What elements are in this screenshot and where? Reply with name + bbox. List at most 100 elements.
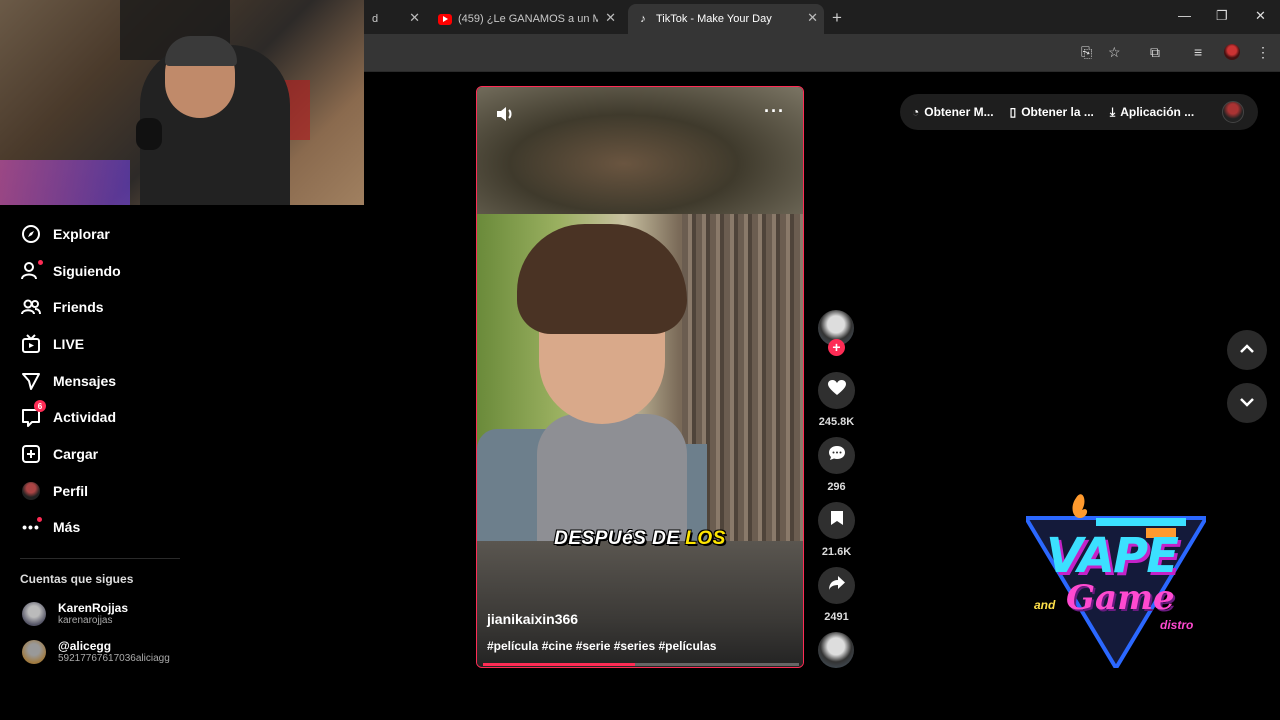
more-options-icon[interactable]: ···	[764, 101, 785, 122]
get-coins-button[interactable]: ◔ Obtener M...	[912, 105, 994, 119]
sidebar-item-cargar[interactable]: Cargar	[20, 442, 98, 466]
new-tab-button[interactable]: +	[832, 8, 842, 28]
following-account[interactable]: @alicegg 59217767617036aliciagg	[22, 638, 170, 666]
video-caption: DESPUéS DE LOS	[477, 528, 803, 550]
send-icon	[20, 370, 42, 392]
following-account[interactable]: KarenRojjas karenarojjas	[22, 600, 128, 628]
sidebar-item-actividad[interactable]: 6 Actividad	[20, 400, 117, 429]
browser-menu-icon[interactable]: ⋮	[1256, 44, 1270, 61]
sidebar-item-label: Actividad	[53, 409, 117, 425]
account-name: KarenRojjas	[58, 601, 129, 615]
tab-tiktok[interactable]: ♪ TikTok - Make Your Day ✕	[628, 4, 824, 34]
sidebar-item-perfil[interactable]: Perfil	[20, 479, 88, 503]
save-button[interactable]	[818, 502, 855, 539]
comment-icon	[828, 445, 846, 466]
avatar	[22, 602, 46, 626]
pill-label: Obtener la ...	[1021, 105, 1094, 119]
next-video-button[interactable]	[1227, 383, 1267, 423]
sidebar-item-mas[interactable]: ••• Más	[20, 515, 80, 539]
upload-plus-icon	[20, 443, 42, 465]
close-tab-icon[interactable]: ✕	[605, 10, 616, 26]
download-app-button[interactable]: ⤓ Aplicación ...	[1110, 105, 1194, 120]
friends-icon	[20, 296, 42, 318]
close-tab-icon[interactable]: ✕	[409, 10, 420, 26]
user-follow-icon	[20, 260, 43, 282]
screen: d ✕ (459) ¿Le GANAMOS a un MILAGRO ✕ ♪ T…	[0, 0, 1280, 720]
download-icon: ⤓	[1109, 104, 1116, 119]
notification-dot	[37, 517, 42, 522]
share-count: 2491	[824, 611, 849, 623]
logo-text: distro	[1160, 618, 1194, 632]
like-button[interactable]	[818, 372, 855, 409]
sidebar-item-friends[interactable]: Friends	[20, 295, 104, 319]
follow-plus-button[interactable]: +	[828, 339, 845, 356]
logo-text: Game	[1066, 578, 1175, 618]
pill-label: Aplicación ...	[1120, 105, 1195, 119]
bookmark-icon	[830, 510, 844, 531]
webcam-keyboard	[0, 160, 130, 205]
chevron-up-icon	[1239, 341, 1255, 359]
video-player[interactable]: DESPUéS DE LOS ··· jianikaixin366 #pelíc…	[476, 86, 804, 668]
browser-profile-avatar[interactable]	[1224, 44, 1240, 60]
save-count: 21.6K	[821, 546, 852, 558]
sidebar-item-label: LIVE	[53, 336, 85, 352]
streamer-logo: VAPE Game and distro	[1026, 488, 1206, 668]
activity-icon: 6	[20, 400, 46, 428]
tab-title: TikTok - Make Your Day	[656, 13, 772, 25]
media-control-icon[interactable]: ≡	[1194, 44, 1202, 60]
tab-1[interactable]: d ✕	[364, 4, 426, 34]
user-avatar[interactable]	[1222, 101, 1244, 123]
avatar	[22, 640, 46, 664]
like-count: 245.8K	[818, 416, 855, 428]
minimize-button[interactable]: —	[1178, 8, 1191, 23]
sidebar-item-live[interactable]: LIVE	[20, 332, 84, 356]
sidebar-item-label: Perfil	[53, 483, 89, 499]
music-disc-avatar[interactable]	[818, 632, 854, 668]
share-button[interactable]	[818, 567, 855, 604]
get-app-button[interactable]: ▯ Obtener la ...	[1010, 105, 1094, 119]
following-section-title: Cuentas que sigues	[20, 572, 134, 586]
sidebar-item-label: Mensajes	[53, 373, 117, 389]
previous-video-button[interactable]	[1227, 330, 1267, 370]
install-app-icon[interactable]: ⎘	[1081, 44, 1092, 61]
sidebar-item-label: Más	[53, 519, 81, 535]
webcam-person-cap	[165, 36, 237, 66]
tab-title: d	[372, 13, 379, 25]
caption-highlight: LOS	[685, 528, 726, 549]
pill-label: Obtener M...	[924, 105, 994, 119]
close-window-button[interactable]: ✕	[1255, 8, 1266, 24]
tiktok-icon: ♪	[640, 13, 646, 25]
video-blur-background	[477, 87, 803, 215]
profile-avatar	[20, 480, 42, 502]
sidebar-item-explorar[interactable]: Explorar	[20, 222, 110, 246]
account-handle: 59217767617036aliciagg	[58, 653, 170, 664]
live-tv-icon	[20, 333, 42, 355]
sidebar-item-siguiendo[interactable]: Siguiendo	[20, 259, 121, 283]
video-frame	[477, 214, 803, 541]
sidebar-item-label: Cargar	[53, 446, 99, 462]
sidebar-divider	[20, 558, 180, 559]
extensions-icon[interactable]: ⧉	[1150, 44, 1160, 61]
close-tab-icon[interactable]: ✕	[807, 10, 818, 26]
compass-icon	[20, 223, 42, 245]
webcam-overlay	[0, 0, 364, 205]
bookmark-star-icon[interactable]: ☆	[1108, 44, 1121, 61]
video-author[interactable]: jianikaixin366	[487, 611, 578, 627]
video-progress-fill	[483, 663, 635, 666]
sidebar-item-label: Siguiendo	[53, 263, 121, 279]
heart-icon	[827, 380, 846, 401]
comment-button[interactable]	[818, 437, 855, 474]
volume-icon[interactable]	[495, 105, 515, 128]
account-name: @alicegg	[58, 639, 112, 653]
tab-youtube[interactable]: (459) ¿Le GANAMOS a un MILAGRO ✕	[430, 4, 622, 34]
maximize-button[interactable]: ❐	[1216, 8, 1228, 24]
webcam-microphone	[136, 118, 162, 150]
youtube-icon	[438, 13, 452, 25]
logo-text: and	[1034, 598, 1056, 612]
more-dots-icon: •••	[20, 516, 42, 538]
video-progress-bar[interactable]	[483, 663, 799, 666]
sidebar-item-mensajes[interactable]: Mensajes	[20, 369, 116, 393]
sidebar-item-label: Friends	[53, 299, 104, 315]
video-hashtags[interactable]: #película #cine #serie #series #película…	[487, 639, 716, 653]
notification-dot	[38, 260, 43, 265]
